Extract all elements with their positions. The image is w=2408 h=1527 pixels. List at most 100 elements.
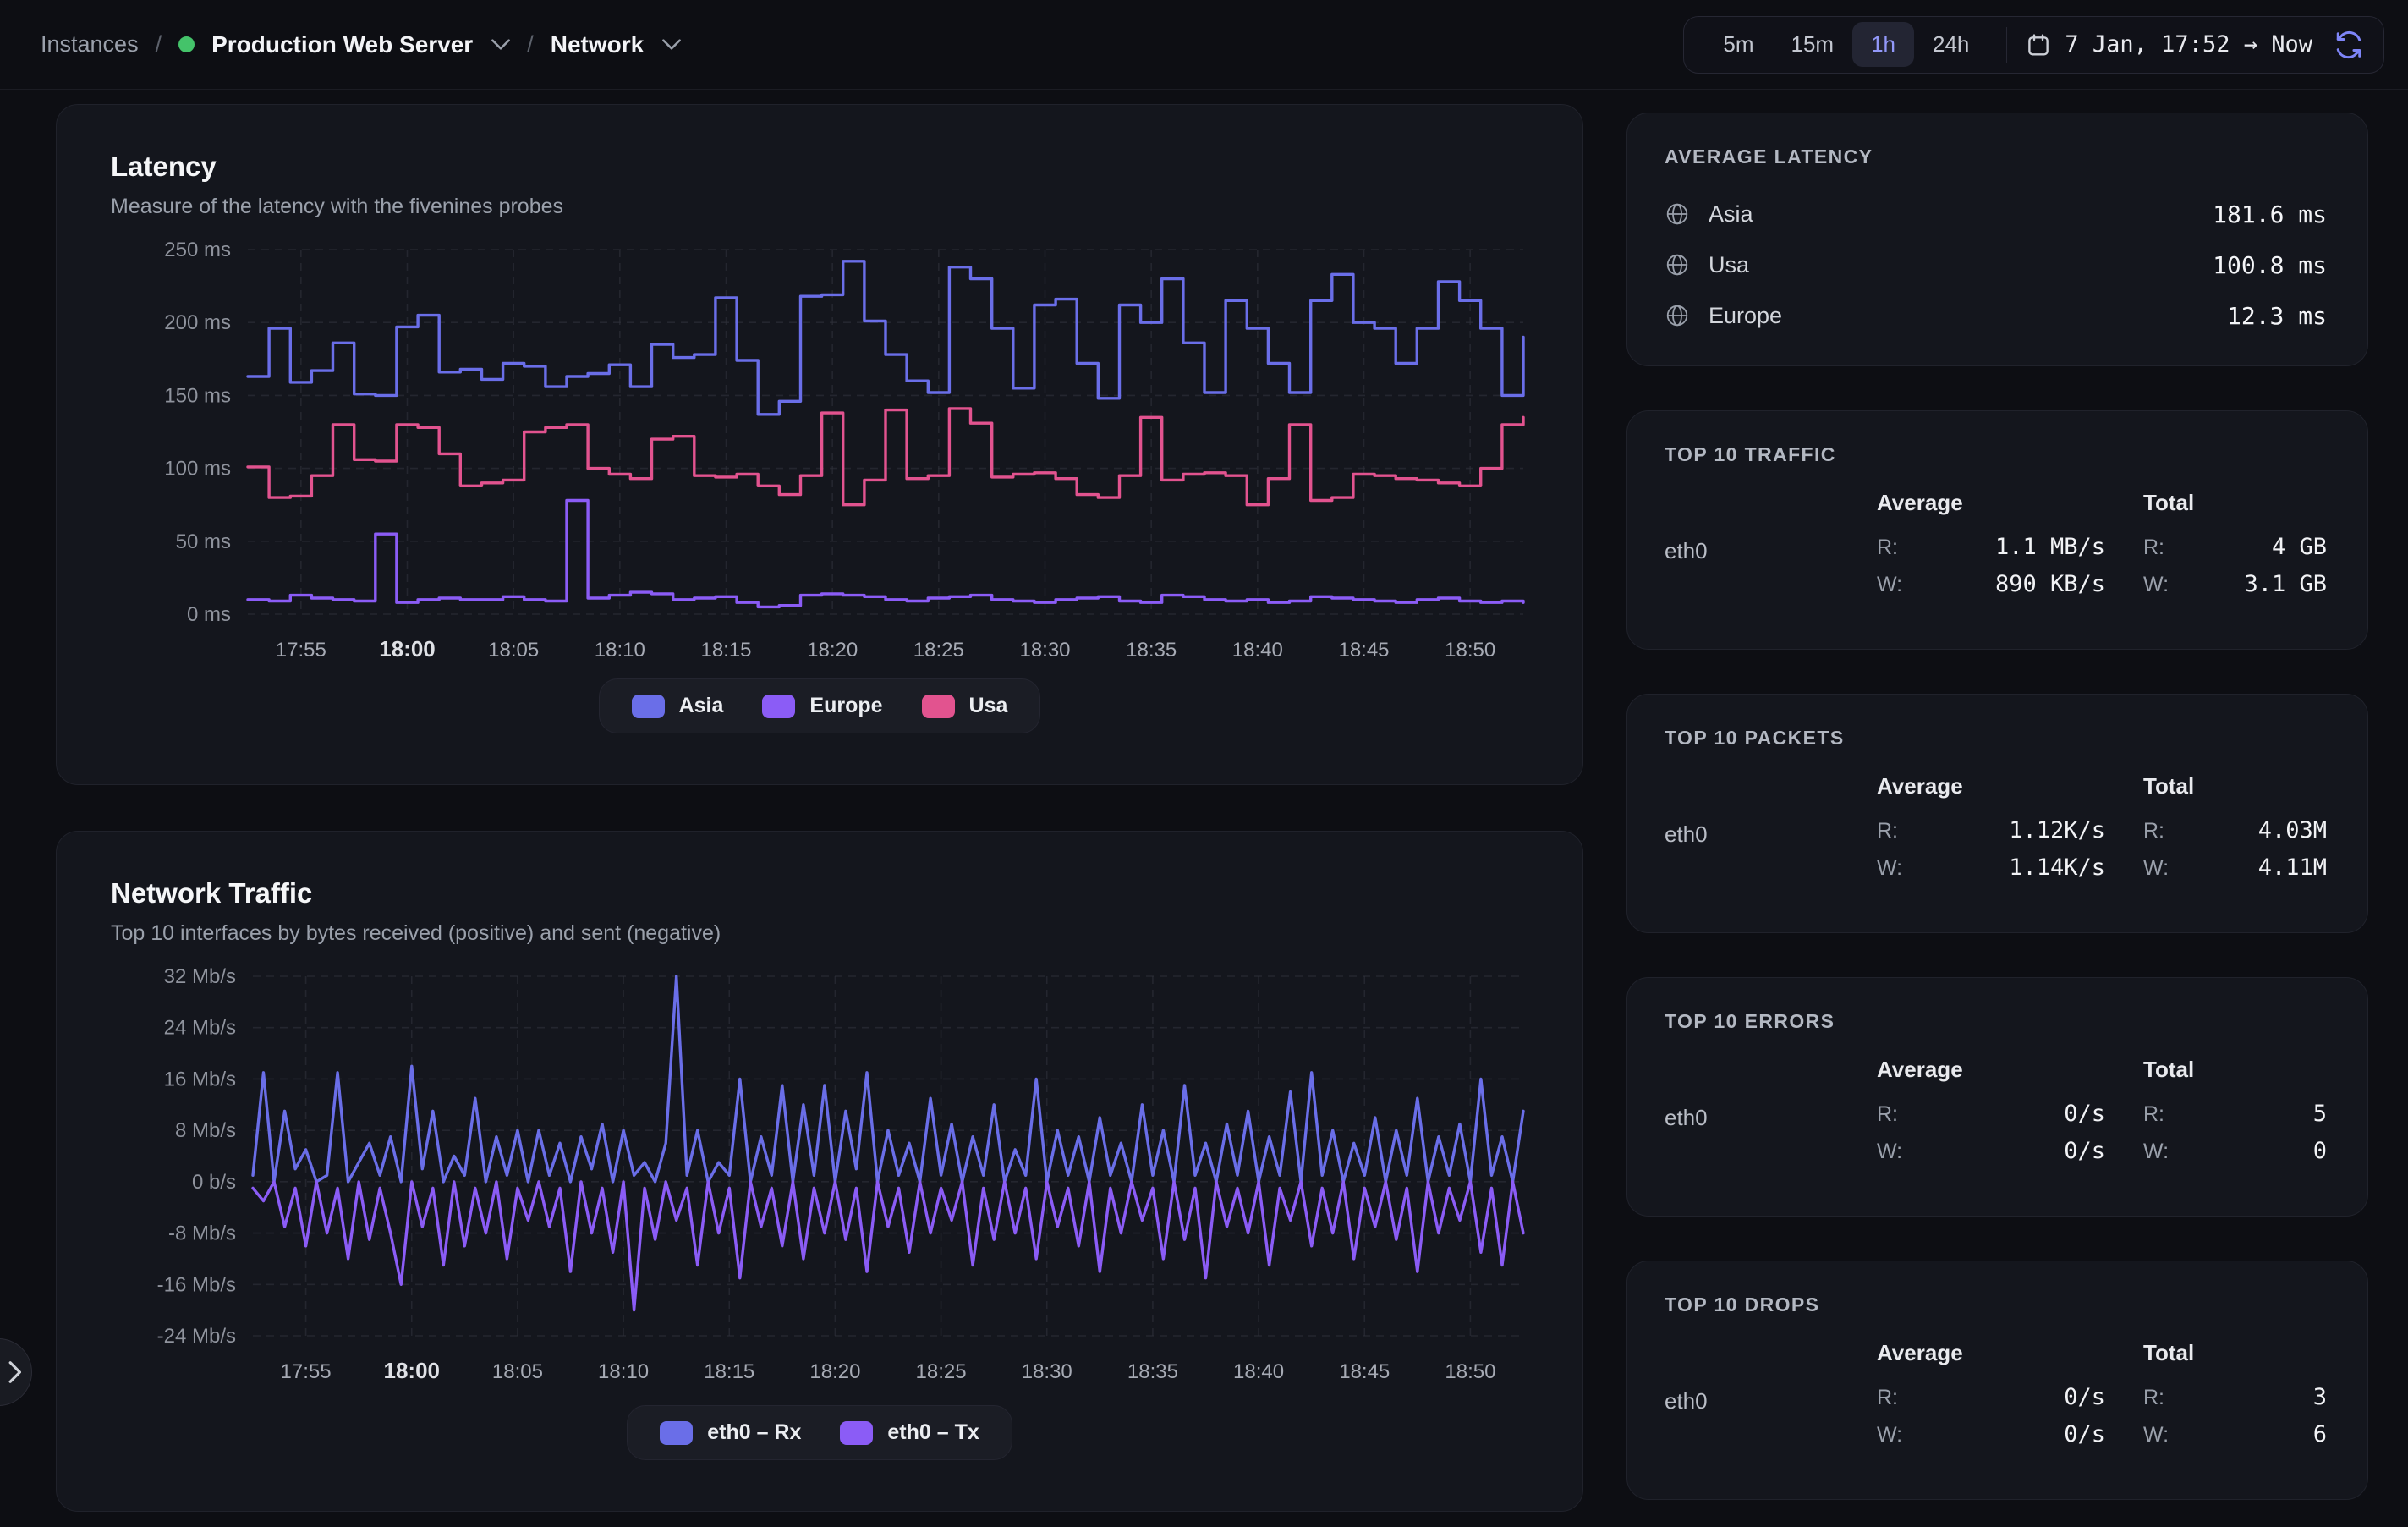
latency-row-usa: Usa 100.8 ms xyxy=(1665,239,2327,290)
europe-swatch xyxy=(762,695,795,718)
svg-text:8 Mb/s: 8 Mb/s xyxy=(175,1119,236,1142)
tx-swatch xyxy=(840,1421,873,1445)
latency-row-europe: Europe 12.3 ms xyxy=(1665,290,2327,341)
latency-card: Latency Measure of the latency with the … xyxy=(56,104,1583,785)
traffic-legend: eth0 – Rx eth0 – Tx xyxy=(97,1405,1542,1460)
avg-write-row: W:0/s xyxy=(1877,1138,2105,1175)
column-header-average: Average xyxy=(1877,490,2105,534)
column-header-average: Average xyxy=(1877,1340,2105,1384)
svg-text:16 Mb/s: 16 Mb/s xyxy=(164,1068,236,1090)
globe-icon xyxy=(1665,252,1690,277)
range-button-24h[interactable]: 24h xyxy=(1914,22,1988,67)
interface-name: eth0 xyxy=(1665,1384,1839,1414)
top10-traffic-table: Average Total eth0 R:1.1 MB/s W:890 KB/s… xyxy=(1665,490,2327,608)
svg-text:18:25: 18:25 xyxy=(913,639,964,662)
interface-name: eth0 xyxy=(1665,817,1839,848)
column-header-average: Average xyxy=(1877,773,2105,817)
legend-item-eth0-tx[interactable]: eth0 – Tx xyxy=(840,1420,979,1445)
svg-text:18:45: 18:45 xyxy=(1339,1360,1390,1383)
svg-text:18:10: 18:10 xyxy=(595,639,645,662)
svg-text:18:20: 18:20 xyxy=(807,639,858,662)
avg-read-row: R:1.12K/s xyxy=(1877,817,2105,854)
refresh-icon xyxy=(2334,30,2363,59)
total-read-row: R:4.03M xyxy=(2143,817,2327,854)
top10-errors-title: TOP 10 ERRORS xyxy=(1665,1010,2327,1033)
legend-item-usa[interactable]: Usa xyxy=(922,694,1008,718)
svg-text:18:30: 18:30 xyxy=(1022,1360,1072,1383)
top10-packets-panel: TOP 10 PACKETS Average Total eth0 R:1.12… xyxy=(1626,694,2368,933)
total-write-row: W:6 xyxy=(2143,1421,2327,1458)
svg-text:18:35: 18:35 xyxy=(1127,1360,1178,1383)
legend-item-asia[interactable]: Asia xyxy=(632,694,724,718)
breadcrumb-instance-name[interactable]: Production Web Server xyxy=(211,31,473,58)
average-latency-panel: AVERAGE LATENCY Asia 181.6 ms Usa 100.8 … xyxy=(1626,113,2368,366)
column-header-total: Total xyxy=(2143,1057,2327,1101)
topbar: Instances / Production Web Server / Netw… xyxy=(0,0,2408,90)
column-header-total: Total xyxy=(2143,490,2327,534)
svg-text:18:35: 18:35 xyxy=(1126,639,1177,662)
chevron-down-icon[interactable] xyxy=(662,39,681,50)
svg-text:18:05: 18:05 xyxy=(492,1360,543,1383)
top10-errors-panel: TOP 10 ERRORS Average Total eth0 R:0/s W… xyxy=(1626,977,2368,1217)
top10-drops-panel: TOP 10 DROPS Average Total eth0 R:0/s W:… xyxy=(1626,1261,2368,1500)
date-range-picker[interactable]: 7 Jan, 17:52 → Now xyxy=(2026,31,2312,58)
svg-text:150 ms: 150 ms xyxy=(164,384,231,407)
svg-text:-8 Mb/s: -8 Mb/s xyxy=(168,1222,236,1245)
latency-chart[interactable]: 17:5518:0018:0518:1018:1518:2018:2518:30… xyxy=(97,236,1544,663)
legend-item-eth0-rx[interactable]: eth0 – Rx xyxy=(660,1420,801,1445)
sidebar-expand-button[interactable] xyxy=(0,1338,32,1406)
range-button-15m[interactable]: 15m xyxy=(1773,22,1853,67)
globe-icon xyxy=(1665,201,1690,227)
traffic-subtitle: Top 10 interfaces by bytes received (pos… xyxy=(111,921,1542,946)
svg-text:50 ms: 50 ms xyxy=(176,530,231,553)
avg-read-row: R:0/s xyxy=(1877,1101,2105,1138)
latency-row-asia: Asia 181.6 ms xyxy=(1665,189,2327,239)
svg-text:250 ms: 250 ms xyxy=(164,239,231,261)
svg-text:18:30: 18:30 xyxy=(1019,639,1070,662)
svg-text:18:50: 18:50 xyxy=(1445,639,1495,662)
toolbar-divider xyxy=(2006,27,2007,63)
stats-column: AVERAGE LATENCY Asia 181.6 ms Usa 100.8 … xyxy=(1626,90,2368,1512)
svg-text:18:10: 18:10 xyxy=(598,1360,649,1383)
svg-text:-16 Mb/s: -16 Mb/s xyxy=(157,1273,236,1296)
svg-text:18:05: 18:05 xyxy=(488,639,539,662)
top10-errors-table: Average Total eth0 R:0/s W:0/s R:5 W:0 xyxy=(1665,1057,2327,1175)
calendar-icon xyxy=(2026,32,2051,58)
range-button-1h[interactable]: 1h xyxy=(1852,22,1914,67)
network-traffic-card: Network Traffic Top 10 interfaces by byt… xyxy=(56,831,1583,1512)
latency-legend: Asia Europe Usa xyxy=(97,678,1542,733)
total-write-row: W:4.11M xyxy=(2143,854,2327,892)
svg-text:18:20: 18:20 xyxy=(809,1360,860,1383)
total-write-row: W:3.1 GB xyxy=(2143,571,2327,608)
svg-text:18:40: 18:40 xyxy=(1233,1360,1284,1383)
column-header-total: Total xyxy=(2143,1340,2327,1384)
top10-traffic-title: TOP 10 TRAFFIC xyxy=(1665,443,2327,466)
svg-text:18:50: 18:50 xyxy=(1445,1360,1495,1383)
legend-item-europe[interactable]: Europe xyxy=(762,694,882,718)
date-range-text: 7 Jan, 17:52 → Now xyxy=(2065,31,2312,58)
breadcrumb-section-name[interactable]: Network xyxy=(551,31,644,58)
breadcrumb-separator: / xyxy=(527,31,534,58)
svg-text:18:15: 18:15 xyxy=(704,1360,754,1383)
top10-packets-table: Average Total eth0 R:1.12K/s W:1.14K/s R… xyxy=(1665,773,2327,892)
svg-text:200 ms: 200 ms xyxy=(164,311,231,334)
time-range-toolbar: 5m 15m 1h 24h 7 Jan, 17:52 → Now xyxy=(1683,16,2384,74)
asia-swatch xyxy=(632,695,665,718)
breadcrumb-instances-link[interactable]: Instances xyxy=(41,31,139,58)
chevron-down-icon[interactable] xyxy=(491,39,510,50)
chevron-right-icon xyxy=(8,1361,21,1383)
breadcrumb-separator: / xyxy=(156,31,162,58)
latency-title: Latency xyxy=(111,151,1542,183)
total-read-row: R:3 xyxy=(2143,1384,2327,1421)
svg-text:32 Mb/s: 32 Mb/s xyxy=(164,965,236,988)
refresh-button[interactable] xyxy=(2334,30,2363,59)
top10-drops-table: Average Total eth0 R:0/s W:0/s R:3 W:6 xyxy=(1665,1340,2327,1458)
main-content: Latency Measure of the latency with the … xyxy=(56,90,2368,1512)
traffic-title: Network Traffic xyxy=(111,877,1542,909)
charts-column: Latency Measure of the latency with the … xyxy=(56,90,1583,1512)
range-button-5m[interactable]: 5m xyxy=(1704,22,1772,67)
top10-drops-title: TOP 10 DROPS xyxy=(1665,1294,2327,1316)
svg-text:0 ms: 0 ms xyxy=(187,603,231,626)
network-traffic-chart[interactable]: 17:5518:0018:0518:1018:1518:2018:2518:30… xyxy=(97,963,1544,1390)
column-header-average: Average xyxy=(1877,1057,2105,1101)
